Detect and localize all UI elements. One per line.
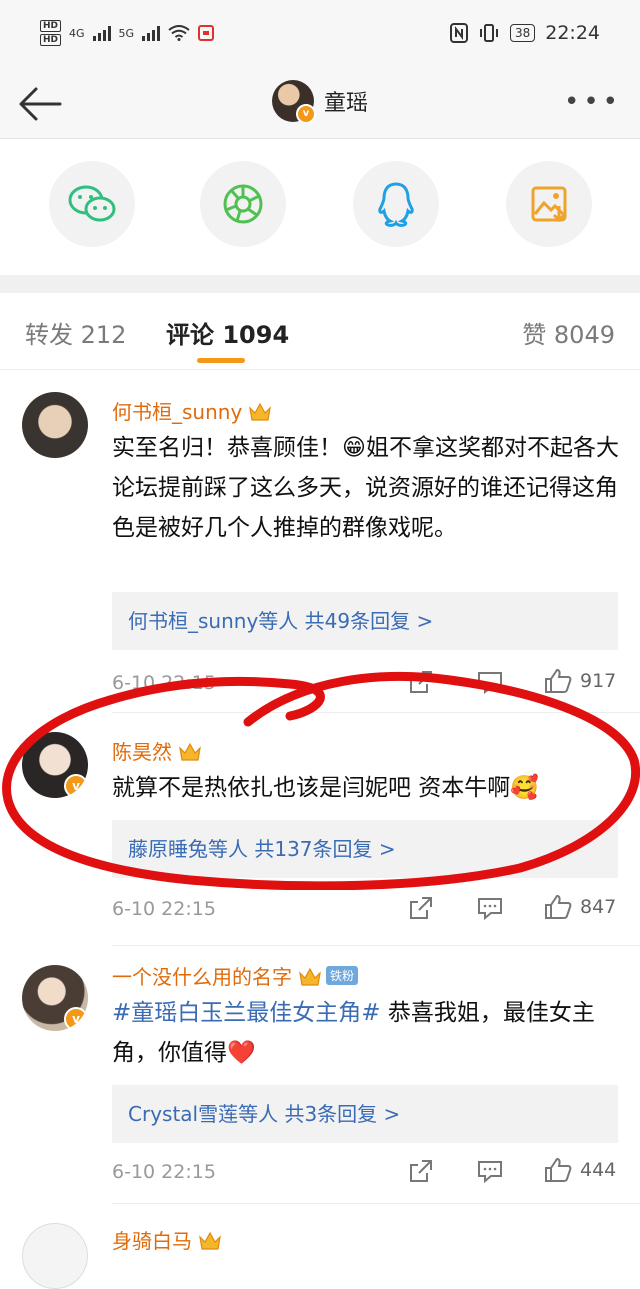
vibrate-icon [479,24,498,42]
comment-icon [478,898,502,920]
avatar[interactable]: v [22,965,88,1031]
comment-divider [112,1203,640,1204]
comment-icon [478,672,502,694]
comment-item: v 一个没什么用的名字 铁粉 #童瑶白玉兰最佳女主角# 恭喜我姐，最佳女主角，你… [0,945,640,1203]
tab-comments[interactable]: 评论 1094 [166,315,289,350]
comment-item: 何书桓_sunny 实至名归！恭喜顾佳！😁姐不拿这奖都对不起各大论坛提前踩了这么… [0,370,640,710]
wechat-icon [68,185,116,222]
tab-likes[interactable]: 赞 8049 [522,315,615,350]
clock: 22:24 [545,22,600,44]
comment-divider [112,712,640,713]
like-icon [545,1157,572,1182]
like-count: 917 [580,670,617,692]
share-icon [410,1160,432,1182]
comment-item: 917 v 陈昊然 就算不是热依扎也该是闫妮吧 资本牛啊🥰 藤原睡兔等人 共13… [0,668,640,945]
notification-icon [198,25,215,41]
like-action[interactable]: 847 [544,894,616,920]
fan-tag: 铁粉 [326,966,359,985]
topic-link[interactable]: #童瑶白玉兰最佳女主角# [112,1000,381,1026]
reply-summary[interactable]: 何书桓_sunny等人 共49条回复 > [112,592,618,650]
signal-icon [92,25,111,41]
comment-time: 6-10 22:15 [112,898,216,920]
share-icon [410,897,432,919]
comment-username[interactable]: 陈昊然 [112,736,202,765]
save-image-icon [531,186,567,223]
username-text: 一个没什么用的名字 [112,965,292,989]
comment-divider [112,945,640,946]
like-action[interactable]: 444 [544,1157,616,1183]
comment-time: 6-10 22:15 [112,1161,216,1183]
verified-badge-icon: v [64,774,88,798]
nfc-icon [449,23,468,43]
like-icon [545,668,572,693]
share-action[interactable] [408,670,434,694]
avatar[interactable]: v [272,80,316,124]
tab-underline [197,358,245,363]
section-divider [0,275,640,293]
profile-header[interactable]: v 童瑶 [272,80,369,124]
comment-action[interactable] [477,1159,503,1183]
comment-action[interactable] [477,896,503,920]
share-moments-button[interactable] [200,161,286,247]
avatar[interactable]: v [22,732,88,798]
top-nav: v 童瑶 ••• [0,70,640,139]
reply-summary[interactable]: Crystal雪莲等人 共3条回复 > [112,1085,618,1143]
like-count: 444 [580,1159,617,1181]
comment-action[interactable] [477,670,503,694]
avatar[interactable] [22,392,88,458]
hd-icons: HD HD [40,20,62,46]
share-icon [410,671,432,693]
network-label: 4G [69,26,85,40]
crown-icon [299,967,321,986]
comment-username[interactable]: 身骑白马 [112,1225,222,1254]
username-text: 身骑白马 [112,1229,192,1253]
hd1-icon: HD [40,20,62,32]
like-action[interactable]: 917 [544,668,616,694]
comment-text: #童瑶白玉兰最佳女主角# 恭喜我姐，最佳女主角，你值得❤️ [112,993,622,1073]
back-arrow-icon [19,87,62,121]
share-action[interactable] [408,1159,434,1183]
crown-icon [179,742,201,761]
verified-badge-icon: v [64,1007,88,1031]
like-icon [545,894,572,919]
share-action[interactable] [408,896,434,920]
avatar[interactable] [22,1223,88,1289]
share-row [0,139,640,275]
crown-icon [249,402,272,421]
tab-bar: 转发 212 评论 1094 赞 8049 [0,293,640,370]
page-title: 童瑶 [324,91,369,116]
username-text: 陈昊然 [112,740,172,764]
battery-indicator: 38 [509,24,536,42]
comment-item: 身骑白马 [0,1203,640,1289]
verified-badge-icon: v [296,104,316,124]
back-button[interactable] [18,84,62,124]
status-left: HD HD 4G 5G [40,20,215,46]
share-wechat-button[interactable] [49,161,135,247]
comment-text: 就算不是热依扎也该是闫妮吧 资本牛啊🥰 [112,775,539,801]
comment-icon [478,1161,502,1183]
hd2-icon: HD [40,34,62,46]
comment-text: 实至名归！恭喜顾佳！😁姐不拿这奖都对不起各大论坛提前踩了这么多天，说资源好的谁还… [112,435,619,541]
status-bar: HD HD 4G 5G 38 22:24 [0,0,640,70]
network2-label: 5G [118,26,135,40]
reply-summary[interactable]: 藤原睡兔等人 共137条回复 > [112,820,618,878]
crown-icon [199,1231,221,1250]
signal2-icon [142,25,161,41]
username-text: 何书桓_sunny [112,400,243,424]
save-image-button[interactable] [506,161,592,247]
comment-username[interactable]: 一个没什么用的名字 铁粉 [112,961,359,990]
comment-username[interactable]: 何书桓_sunny [112,396,272,425]
tab-reposts[interactable]: 转发 212 [25,315,126,350]
comment-time: 6-10 22:15 [112,672,216,694]
status-right: 38 22:24 [449,22,600,44]
qq-icon [378,182,414,227]
like-count: 847 [580,896,617,918]
wifi-icon [168,25,190,41]
share-qq-button[interactable] [353,161,439,247]
more-icon[interactable]: ••• [564,89,622,115]
moments-icon [223,184,263,224]
